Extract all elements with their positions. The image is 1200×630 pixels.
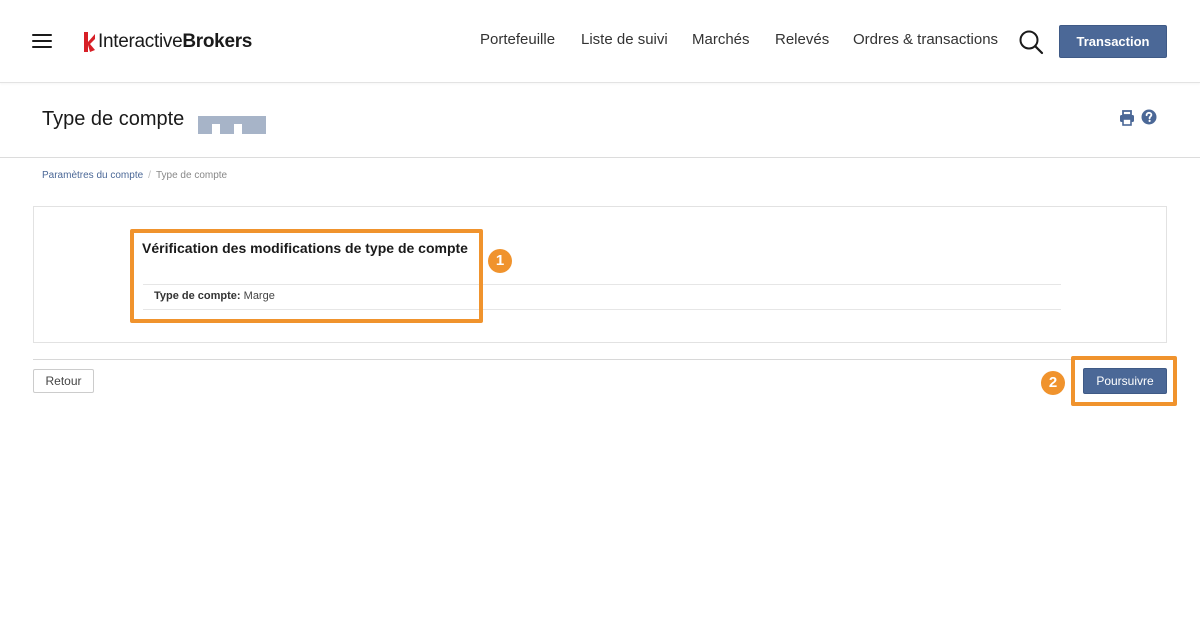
breadcrumb: Paramètres du compte / Type de compte [42, 170, 227, 181]
nav-item-releves[interactable]: Relevés [775, 31, 829, 48]
breadcrumb-separator: / [148, 170, 151, 181]
nav-item-liste-de-suivi[interactable]: Liste de suivi [581, 31, 668, 48]
nav-item-ordres-transactions[interactable]: Ordres & transactions [853, 31, 998, 48]
nav-item-portefeuille[interactable]: Portefeuille [480, 31, 555, 48]
search-icon[interactable] [1018, 29, 1044, 55]
breadcrumb-current: Type de compte [155, 170, 228, 181]
transaction-button[interactable]: Transaction [1059, 25, 1167, 58]
top-navigation-bar: InteractiveBrokers Portefeuille Liste de… [0, 0, 1200, 83]
breadcrumb-parametres-du-compte[interactable]: Paramètres du compte [42, 170, 143, 181]
back-button[interactable]: Retour [33, 369, 94, 393]
step-badge-2: 2 [1041, 371, 1065, 395]
help-icon[interactable] [1141, 109, 1157, 125]
highlight-box-1 [130, 229, 483, 323]
page-title: Type de compte [42, 108, 185, 130]
page-header: Type de compte [0, 84, 1200, 158]
continue-button[interactable]: Poursuivre [1083, 368, 1167, 394]
nav-item-marches[interactable]: Marchés [692, 31, 750, 48]
step-badge-1: 1 [488, 249, 512, 273]
actions-divider [33, 359, 1167, 360]
print-icon[interactable] [1119, 110, 1135, 126]
masked-account-id [198, 116, 266, 134]
